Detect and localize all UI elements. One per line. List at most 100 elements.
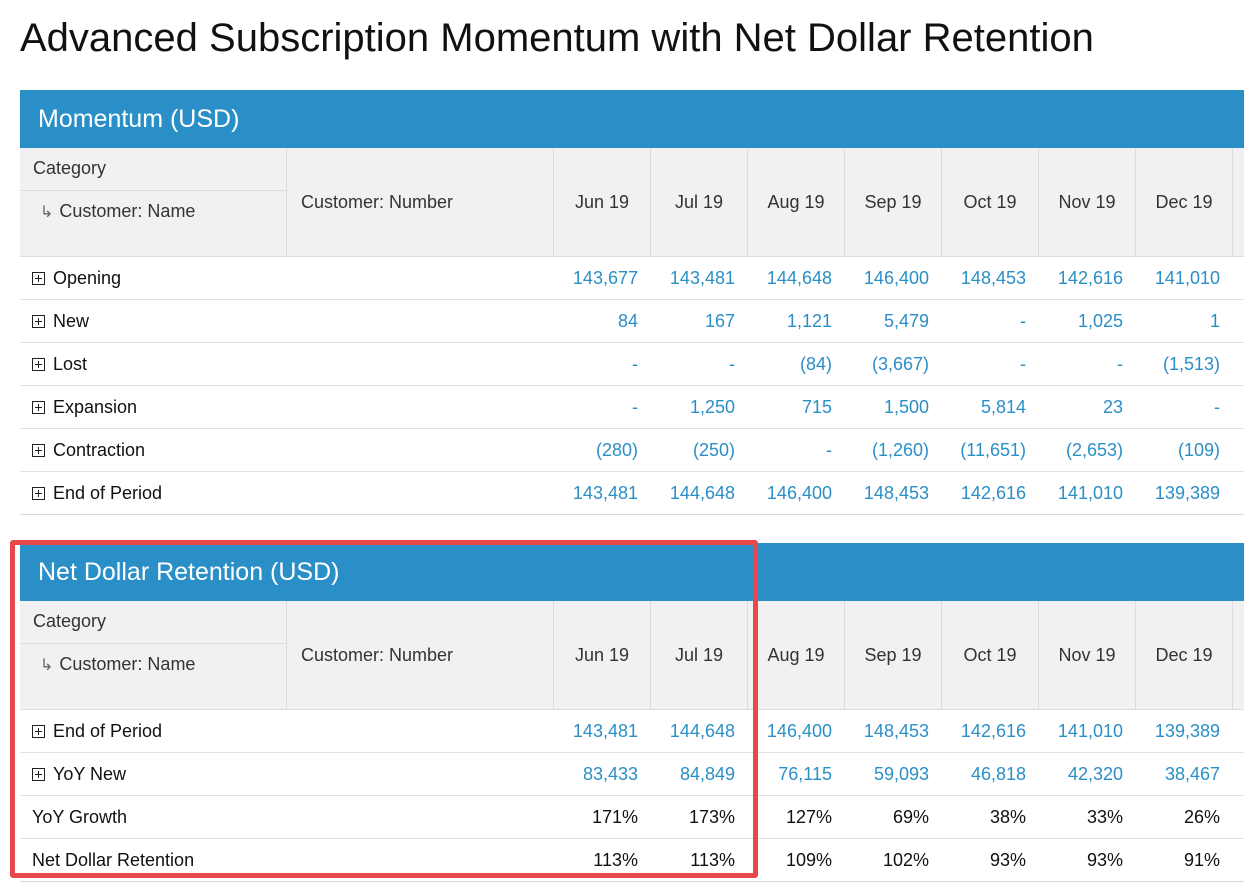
row-label-text: YoY New — [53, 764, 127, 784]
value-cell[interactable]: 5,814 — [942, 386, 1039, 428]
value-cell[interactable]: (280) — [554, 429, 651, 471]
row-label[interactable]: YoY New — [32, 753, 126, 795]
value-cell[interactable]: - — [942, 300, 1039, 342]
category-header[interactable]: Category ↳ Customer: Name — [20, 148, 287, 256]
value-cell[interactable]: 146,400 — [845, 257, 942, 299]
customer-number-header[interactable]: Customer: Number — [287, 148, 554, 256]
expand-plus-icon[interactable] — [32, 725, 45, 738]
value-cell[interactable]: (3,667) — [845, 343, 942, 385]
value-cell[interactable]: 146,400 — [748, 472, 845, 514]
month-header[interactable]: Aug 19 — [748, 601, 845, 709]
row-label[interactable]: End of Period — [32, 710, 162, 752]
expand-plus-icon[interactable] — [32, 358, 45, 371]
value-cell[interactable]: 23 — [1039, 386, 1136, 428]
value-cell[interactable]: 139,389 — [1136, 710, 1233, 752]
expand-plus-icon[interactable] — [32, 315, 45, 328]
customer-name-header[interactable]: ↳ Customer: Name — [20, 190, 286, 221]
value-cell[interactable]: - — [651, 343, 748, 385]
row-label[interactable]: Expansion — [32, 386, 137, 428]
month-header[interactable]: Jun 19 — [554, 601, 651, 709]
value-cell[interactable]: 46,818 — [942, 753, 1039, 795]
value-cell[interactable]: 84,849 — [651, 753, 748, 795]
row-label[interactable]: Lost — [32, 343, 87, 385]
ndr-rows: End of Period 143,481 144,648 146,400 148,45… — [20, 710, 1244, 881]
row-label-text: Lost — [53, 354, 88, 374]
value-cell[interactable]: 148,453 — [942, 257, 1039, 299]
value-cell[interactable]: 5,479 — [845, 300, 942, 342]
row-label-text: YoY Growth — [32, 807, 128, 827]
month-header[interactable]: Jul 19 — [651, 148, 748, 256]
value-cell[interactable]: 59,093 — [845, 753, 942, 795]
value-cell[interactable]: 142,616 — [942, 472, 1039, 514]
value-cell[interactable]: 76,115 — [748, 753, 845, 795]
value-cell[interactable]: 144,648 — [651, 472, 748, 514]
customer-number-header[interactable]: Customer: Number — [287, 601, 554, 709]
value-cell[interactable]: 143,677 — [554, 257, 651, 299]
expand-plus-icon[interactable] — [32, 768, 45, 781]
value-cell[interactable]: 142,616 — [1039, 257, 1136, 299]
value-cell[interactable]: 1,500 — [845, 386, 942, 428]
row-label[interactable]: Contraction — [32, 429, 145, 471]
month-header[interactable]: Dec 19 — [1136, 601, 1233, 709]
value-cell[interactable]: 84 — [554, 300, 651, 342]
value-cell[interactable]: 1,025 — [1039, 300, 1136, 342]
value-cell[interactable]: 143,481 — [554, 472, 651, 514]
row-label[interactable]: Opening — [32, 257, 121, 299]
month-header[interactable]: Oct 19 — [942, 601, 1039, 709]
value-cell[interactable]: 141,010 — [1039, 472, 1136, 514]
value-cell[interactable]: - — [748, 429, 845, 471]
value-cell[interactable]: (2,653) — [1039, 429, 1136, 471]
value-cell[interactable]: (84) — [748, 343, 845, 385]
value-cell[interactable]: - — [554, 343, 651, 385]
expand-plus-icon[interactable] — [32, 401, 45, 414]
value-cell[interactable]: (109) — [1136, 429, 1233, 471]
value-cell[interactable]: 146,400 — [748, 710, 845, 752]
expand-plus-icon[interactable] — [32, 444, 45, 457]
value-cell[interactable]: 143,481 — [651, 257, 748, 299]
value-cell[interactable]: 83,433 — [554, 753, 651, 795]
expand-plus-icon[interactable] — [32, 272, 45, 285]
value-cell[interactable]: 1,250 — [651, 386, 748, 428]
value-cell: 173% — [688, 807, 735, 827]
value-cell[interactable]: - — [554, 386, 651, 428]
value-cell[interactable]: 38,467 — [1136, 753, 1233, 795]
month-header[interactable]: Nov 19 — [1039, 148, 1136, 256]
category-header[interactable]: Category ↳ Customer: Name — [20, 601, 287, 709]
value-cell[interactable]: 148,453 — [845, 472, 942, 514]
month-header[interactable]: Jul 19 — [651, 601, 748, 709]
value-cell[interactable]: 1,121 — [748, 300, 845, 342]
month-header[interactable]: Sep 19 — [845, 148, 942, 256]
value-cell[interactable]: 144,648 — [748, 257, 845, 299]
value-cell: 102% — [882, 850, 929, 870]
month-header[interactable]: Dec 19 — [1136, 148, 1233, 256]
value-cell[interactable]: (1,513) — [1136, 343, 1233, 385]
month-header[interactable]: Nov 19 — [1039, 601, 1136, 709]
row-label[interactable]: New — [32, 300, 89, 342]
value-cell[interactable]: 139,389 — [1136, 472, 1233, 514]
table-row: YoY New 83,433 84,849 76,115 59,093 46,818 42,… — [20, 753, 1244, 796]
value-cell[interactable]: (11,651) — [942, 429, 1039, 471]
value-cell[interactable]: (250) — [651, 429, 748, 471]
value-cell[interactable]: 148,453 — [845, 710, 942, 752]
month-header[interactable]: Aug 19 — [748, 148, 845, 256]
value-cell[interactable]: 715 — [748, 386, 845, 428]
value-cell[interactable]: 141,010 — [1136, 257, 1233, 299]
value-cell[interactable]: (1,260) — [845, 429, 942, 471]
value-cell[interactable]: - — [942, 343, 1039, 385]
month-header[interactable]: Jun 19 — [554, 148, 651, 256]
value-cell[interactable]: 42,320 — [1039, 753, 1136, 795]
value-cell[interactable]: 141,010 — [1039, 710, 1136, 752]
customer-name-header[interactable]: ↳ Customer: Name — [20, 643, 286, 674]
month-header[interactable]: Sep 19 — [845, 601, 942, 709]
value-cell[interactable]: - — [1039, 343, 1136, 385]
month-header[interactable]: Oct 19 — [942, 148, 1039, 256]
value-cell[interactable]: 142,616 — [942, 710, 1039, 752]
row-label[interactable]: End of Period — [32, 472, 162, 514]
value-cell[interactable]: - — [1136, 386, 1233, 428]
value-cell[interactable]: 167 — [651, 300, 748, 342]
value-cell[interactable]: 1 — [1136, 300, 1233, 342]
value-cell[interactable]: 144,648 — [651, 710, 748, 752]
row-label-text: Expansion — [53, 397, 138, 417]
value-cell[interactable]: 143,481 — [554, 710, 651, 752]
expand-plus-icon[interactable] — [32, 487, 45, 500]
